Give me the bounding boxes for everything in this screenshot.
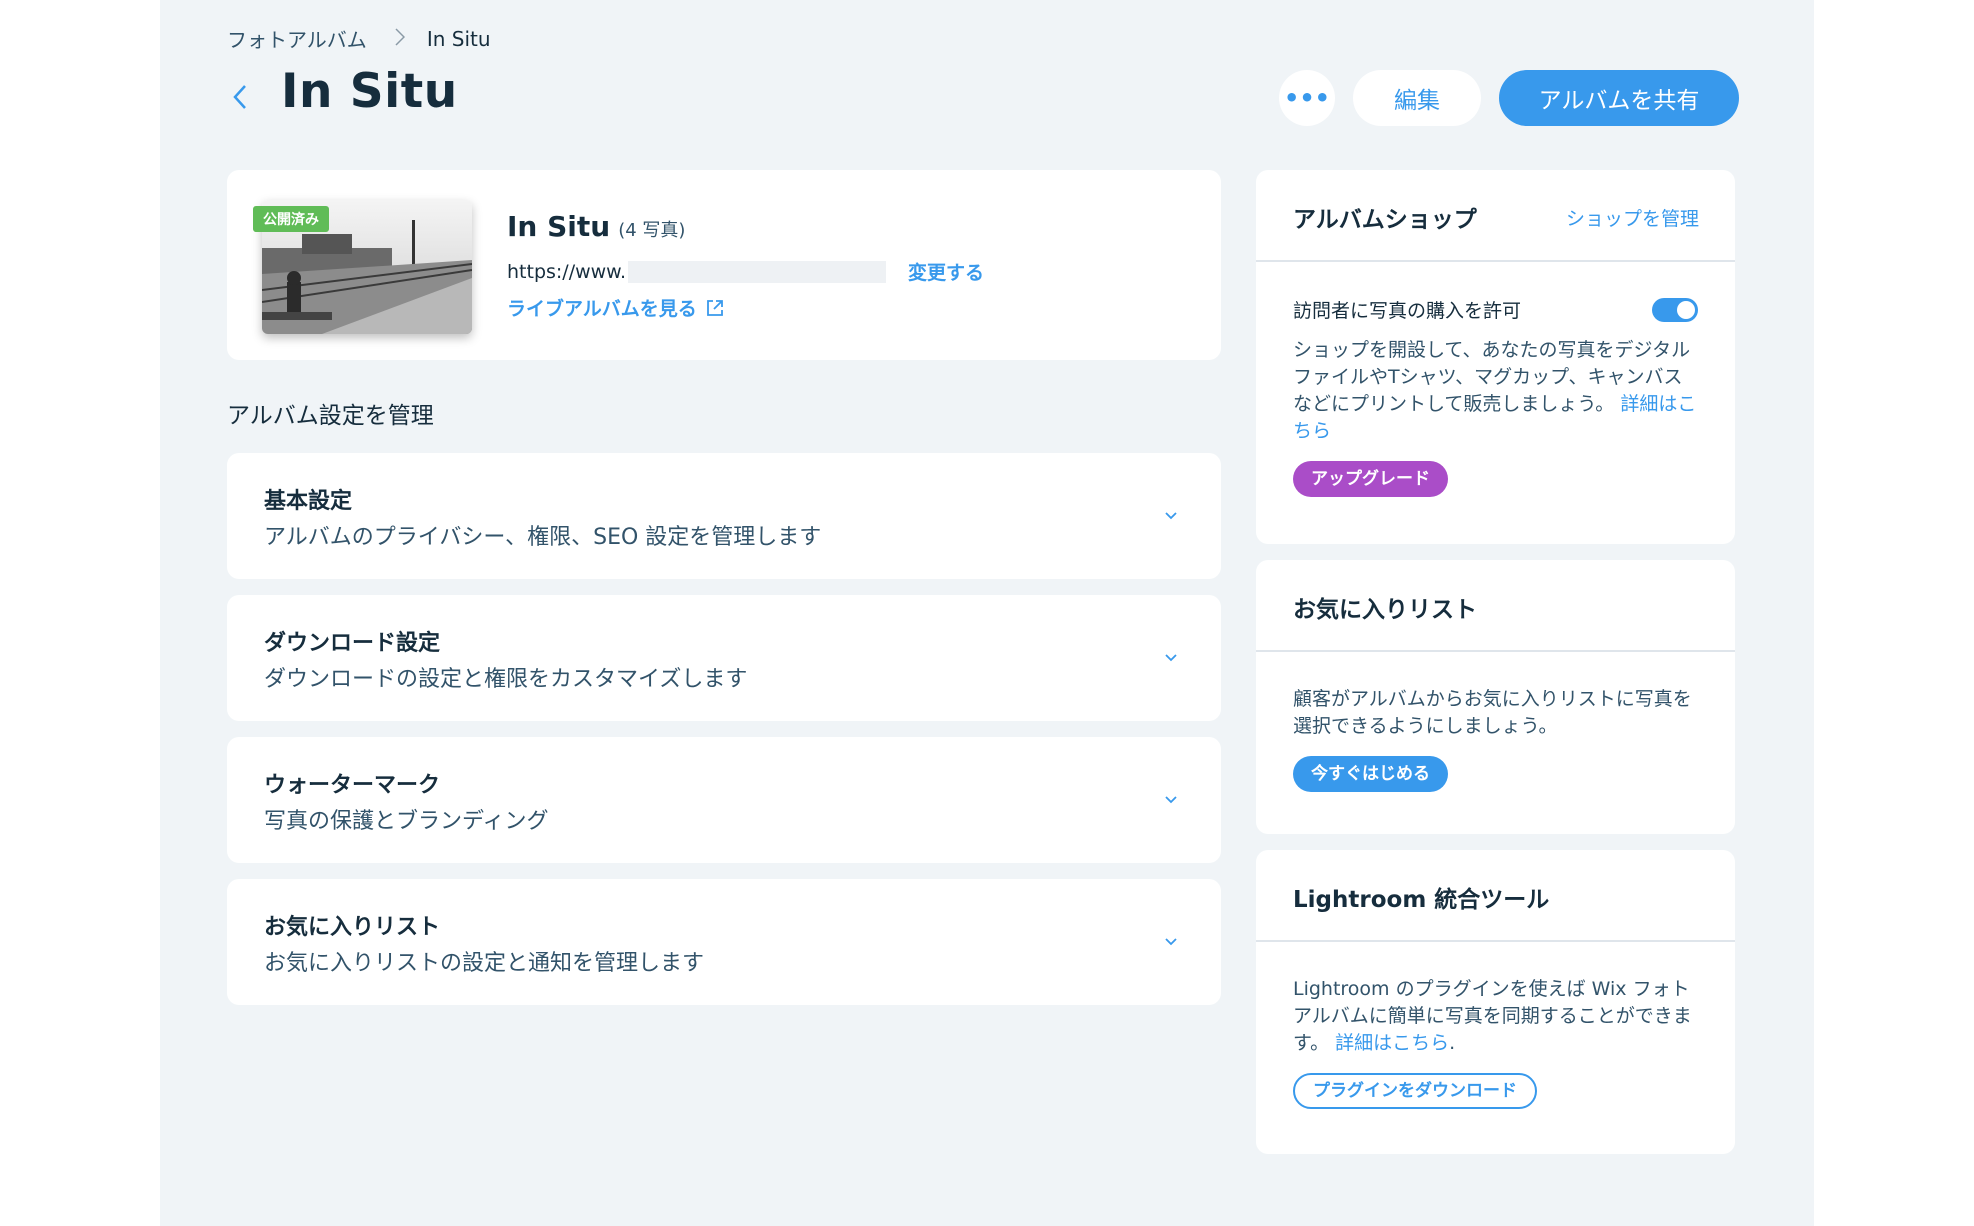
url-redacted <box>628 260 887 283</box>
external-link-icon <box>706 299 723 316</box>
setting-title: お気に入りリスト <box>264 915 441 940</box>
setting-favorites[interactable]: お気に入りリスト お気に入りリストの設定と通知を管理します <box>227 879 1221 1005</box>
allow-purchase-label: 訪問者に写真の購入を許可 <box>1293 300 1522 322</box>
breadcrumb-current: In Situ <box>426 26 491 51</box>
start-now-button[interactable]: 今すぐはじめる <box>1293 756 1448 792</box>
chevron-down-icon <box>1165 512 1177 520</box>
album-shop-panel: アルバムショップ ショップを管理 訪問者に写真の購入を許可 ショップを開設して、… <box>1256 170 1735 544</box>
lightroom-learn-more-link[interactable]: 詳細はこちら <box>1335 1032 1449 1054</box>
panel-body: 訪問者に写真の購入を許可 ショップを開設して、あなたの写真をデジタルファイルやT… <box>1256 262 1735 497</box>
manage-shop-link[interactable]: ショップを管理 <box>1566 204 1699 231</box>
panel-body: Lightroom のプラグインを使えば Wix フォトアルバムに簡単に写真を同… <box>1256 942 1735 1109</box>
setting-title: ダウンロード設定 <box>264 631 441 656</box>
header-actions: ••• 編集 アルバムを共有 <box>1279 70 1739 126</box>
shop-description: ショップを開設して、あなたの写真をデジタルファイルやTシャツ、マグカップ、キャン… <box>1293 337 1698 445</box>
setting-desc: ダウンロードの設定と権限をカスタマイズします <box>264 667 748 692</box>
lightroom-description: Lightroom のプラグインを使えば Wix フォトアルバムに簡単に写真を同… <box>1293 976 1698 1057</box>
app-frame: フォトアルバム In Situ In Situ ••• 編集 アルバムを共有 公… <box>160 0 1814 1226</box>
favorites-panel: お気に入りリスト 顧客がアルバムからお気に入りリストに写真を選択できるようにしま… <box>1256 560 1735 834</box>
album-name: In Situ (4 写真) <box>507 210 685 243</box>
panel-body: 顧客がアルバムからお気に入りリストに写真を選択できるようにしましょう。 今すぐは… <box>1256 652 1735 792</box>
view-live-album-link[interactable]: ライブアルバムを見る <box>507 294 725 321</box>
panel-header: お気に入りリスト <box>1256 560 1735 652</box>
view-live-album-label: ライブアルバムを見る <box>507 298 697 320</box>
chevron-down-icon <box>1165 796 1177 804</box>
panel-header: アルバムショップ ショップを管理 <box>1256 170 1735 262</box>
page-title: In Situ <box>281 64 458 119</box>
url-prefix: https://www. <box>507 260 627 283</box>
settings-section-label: アルバム設定を管理 <box>227 403 434 429</box>
allow-purchase-row: 訪問者に写真の購入を許可 <box>1293 296 1698 323</box>
favorites-description: 顧客がアルバムからお気に入りリストに写真を選択できるようにしましょう。 <box>1293 688 1692 737</box>
album-name-text: In Situ <box>507 210 611 243</box>
setting-basic[interactable]: 基本設定 アルバムのプライバシー、権限、SEO 設定を管理します <box>227 453 1221 579</box>
panel-title: お気に入りリスト <box>1293 597 1477 623</box>
album-card: 公開済み In Situ (4 写真) https://www. 変更する ライ… <box>227 170 1221 360</box>
album-url: https://www. 変更する <box>507 258 984 285</box>
chevron-right-icon <box>395 27 405 51</box>
lightroom-trailing: . <box>1449 1032 1456 1054</box>
setting-desc: 写真の保護とブランディング <box>264 809 549 834</box>
change-url-link[interactable]: 変更する <box>908 258 984 285</box>
more-actions-button[interactable]: ••• <box>1279 70 1335 126</box>
panel-title: Lightroom 統合ツール <box>1293 887 1550 913</box>
back-arrow-icon[interactable] <box>227 80 257 114</box>
chevron-down-icon <box>1165 654 1177 662</box>
setting-desc: お気に入りリストの設定と通知を管理します <box>264 951 705 976</box>
allow-purchase-toggle[interactable] <box>1652 297 1698 322</box>
lightroom-panel: Lightroom 統合ツール Lightroom のプラグインを使えば Wix… <box>1256 850 1735 1154</box>
more-dots-icon: ••• <box>1283 84 1331 112</box>
status-badge: 公開済み <box>253 206 329 232</box>
panel-title: アルバムショップ <box>1293 207 1477 233</box>
photo-count: (4 写真) <box>618 220 686 241</box>
breadcrumb: フォトアルバム In Situ <box>227 24 491 53</box>
chevron-down-icon <box>1165 938 1177 946</box>
setting-title: ウォーターマーク <box>264 773 441 798</box>
setting-watermark[interactable]: ウォーターマーク 写真の保護とブランディング <box>227 737 1221 863</box>
breadcrumb-root[interactable]: フォトアルバム <box>227 24 367 53</box>
upgrade-button[interactable]: アップグレード <box>1293 461 1448 497</box>
share-album-button[interactable]: アルバムを共有 <box>1499 70 1739 126</box>
download-plugin-button[interactable]: プラグインをダウンロード <box>1293 1073 1537 1109</box>
setting-download[interactable]: ダウンロード設定 ダウンロードの設定と権限をカスタマイズします <box>227 595 1221 721</box>
setting-desc: アルバムのプライバシー、権限、SEO 設定を管理します <box>264 525 822 550</box>
panel-header: Lightroom 統合ツール <box>1256 850 1735 942</box>
setting-title: 基本設定 <box>264 489 353 514</box>
edit-button[interactable]: 編集 <box>1353 70 1481 126</box>
